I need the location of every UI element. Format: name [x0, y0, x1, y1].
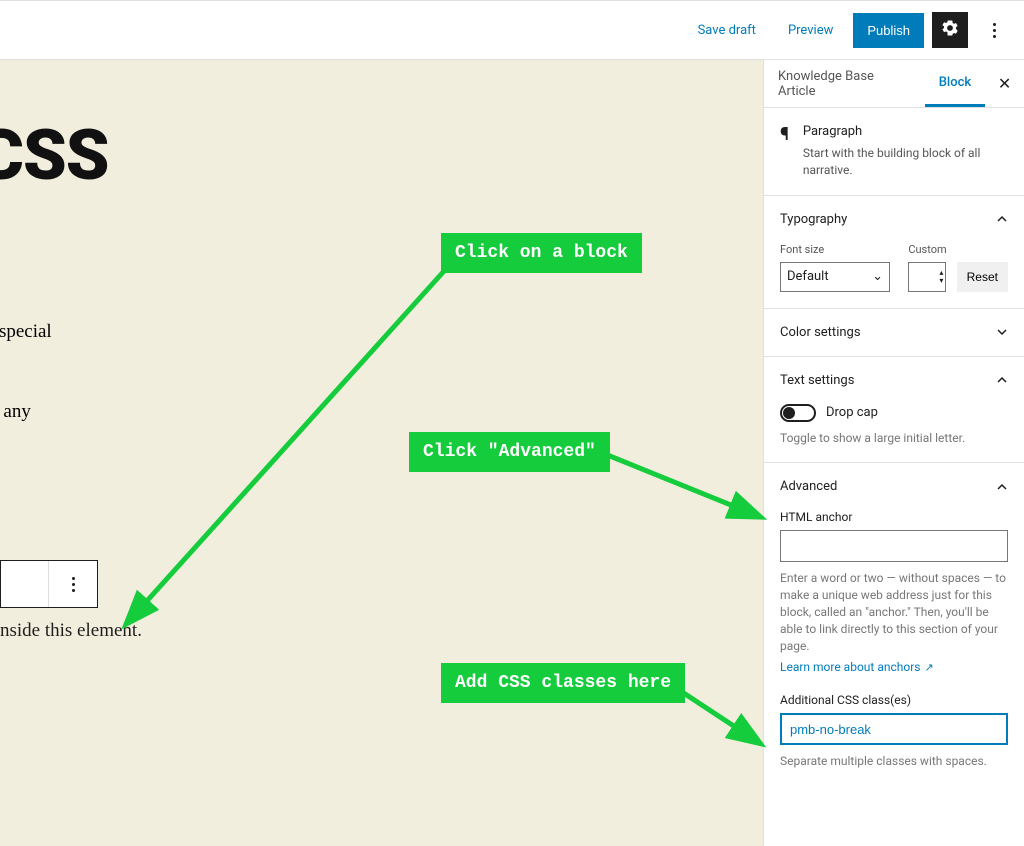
- reset-font-size-button[interactable]: Reset: [957, 262, 1008, 292]
- editor-canvas[interactable]: Blog's CSS sses es are used to give cont…: [0, 60, 764, 846]
- settings-button[interactable]: [932, 12, 968, 48]
- annotation-add-css: Add CSS classes here: [441, 663, 685, 703]
- font-size-select[interactable]: Default ⌄: [780, 262, 890, 292]
- block-type-description: Start with the building block of all nar…: [803, 145, 1008, 179]
- additional-css-input[interactable]: [780, 713, 1008, 745]
- chevron-down-icon: ⌄: [872, 269, 883, 284]
- block-toolbar-item[interactable]: [1, 561, 49, 607]
- block-card: ¶ Paragraph Start with the building bloc…: [764, 108, 1024, 196]
- drop-cap-help: Toggle to show a large initial letter.: [780, 430, 1008, 447]
- block-toolbar: [0, 560, 98, 608]
- font-size-label: Font size: [780, 243, 898, 256]
- tab-block[interactable]: Block: [925, 60, 985, 107]
- selected-paragraph-block[interactable]: nside this element.: [0, 620, 142, 642]
- save-draft-link[interactable]: Save draft: [686, 15, 768, 46]
- custom-size-label: Custom: [908, 243, 946, 256]
- chevron-up-icon: [996, 374, 1008, 386]
- chevron-down-icon: [996, 326, 1008, 338]
- panel-typography-toggle[interactable]: Typography: [764, 196, 1024, 243]
- kebab-icon: [72, 577, 75, 592]
- panel-typography: Typography Font size Default ⌄ Custom: [764, 196, 1024, 309]
- chevron-up-icon: [996, 213, 1008, 225]
- publish-button[interactable]: Publish: [853, 13, 924, 48]
- additional-css-label: Additional CSS class(es): [780, 693, 1008, 707]
- custom-size-input[interactable]: ▴▾: [908, 262, 946, 292]
- panel-text-toggle[interactable]: Text settings: [764, 357, 1024, 404]
- html-anchor-input[interactable]: [780, 530, 1008, 562]
- html-anchor-help: Enter a word or two — without spaces — t…: [780, 570, 1008, 654]
- preview-link[interactable]: Preview: [776, 15, 845, 46]
- sidebar-close-button[interactable]: ✕: [985, 60, 1024, 107]
- learn-more-anchors-link[interactable]: Learn more about anchors ↗: [780, 660, 934, 674]
- spinner-arrows-icon: ▴▾: [939, 269, 943, 285]
- drop-cap-label: Drop cap: [826, 405, 878, 420]
- kebab-icon: [993, 23, 996, 38]
- paragraph-block[interactable]: es are used to give content a special: [0, 317, 560, 347]
- panel-color-toggle[interactable]: Color settings: [764, 309, 1024, 356]
- block-toolbar-more[interactable]: [49, 561, 97, 607]
- external-link-icon: ↗: [924, 661, 933, 674]
- sidebar-tabs: Knowledge Base Article Block ✕: [764, 60, 1024, 108]
- gear-icon: [940, 18, 960, 42]
- annotation-click-block: Click on a block: [441, 233, 642, 273]
- annotation-click-advanced: Click "Advanced": [409, 432, 610, 472]
- panel-text-settings: Text settings Drop cap Toggle to show a …: [764, 357, 1024, 464]
- tab-document[interactable]: Knowledge Base Article: [764, 60, 925, 107]
- editor-top-toolbar: Save draft Preview Publish: [0, 0, 1024, 60]
- additional-css-help: Separate multiple classes with spaces.: [780, 753, 1008, 770]
- paragraph-icon: ¶: [780, 124, 789, 179]
- panel-advanced: Advanced HTML anchor Enter a word or two…: [764, 463, 1024, 786]
- paragraph-block[interactable]: erg), to add a CSS class onto any: [0, 397, 560, 427]
- block-type-name: Paragraph: [803, 124, 1008, 139]
- close-icon: ✕: [998, 74, 1011, 93]
- html-anchor-label: HTML anchor: [780, 510, 1008, 524]
- settings-sidebar: Knowledge Base Article Block ✕ ¶ Paragra…: [764, 60, 1024, 846]
- drop-cap-toggle[interactable]: [780, 404, 816, 422]
- panel-color: Color settings: [764, 309, 1024, 357]
- chevron-up-icon: [996, 481, 1008, 493]
- panel-advanced-toggle[interactable]: Advanced: [764, 463, 1024, 510]
- more-options-button[interactable]: [976, 12, 1012, 48]
